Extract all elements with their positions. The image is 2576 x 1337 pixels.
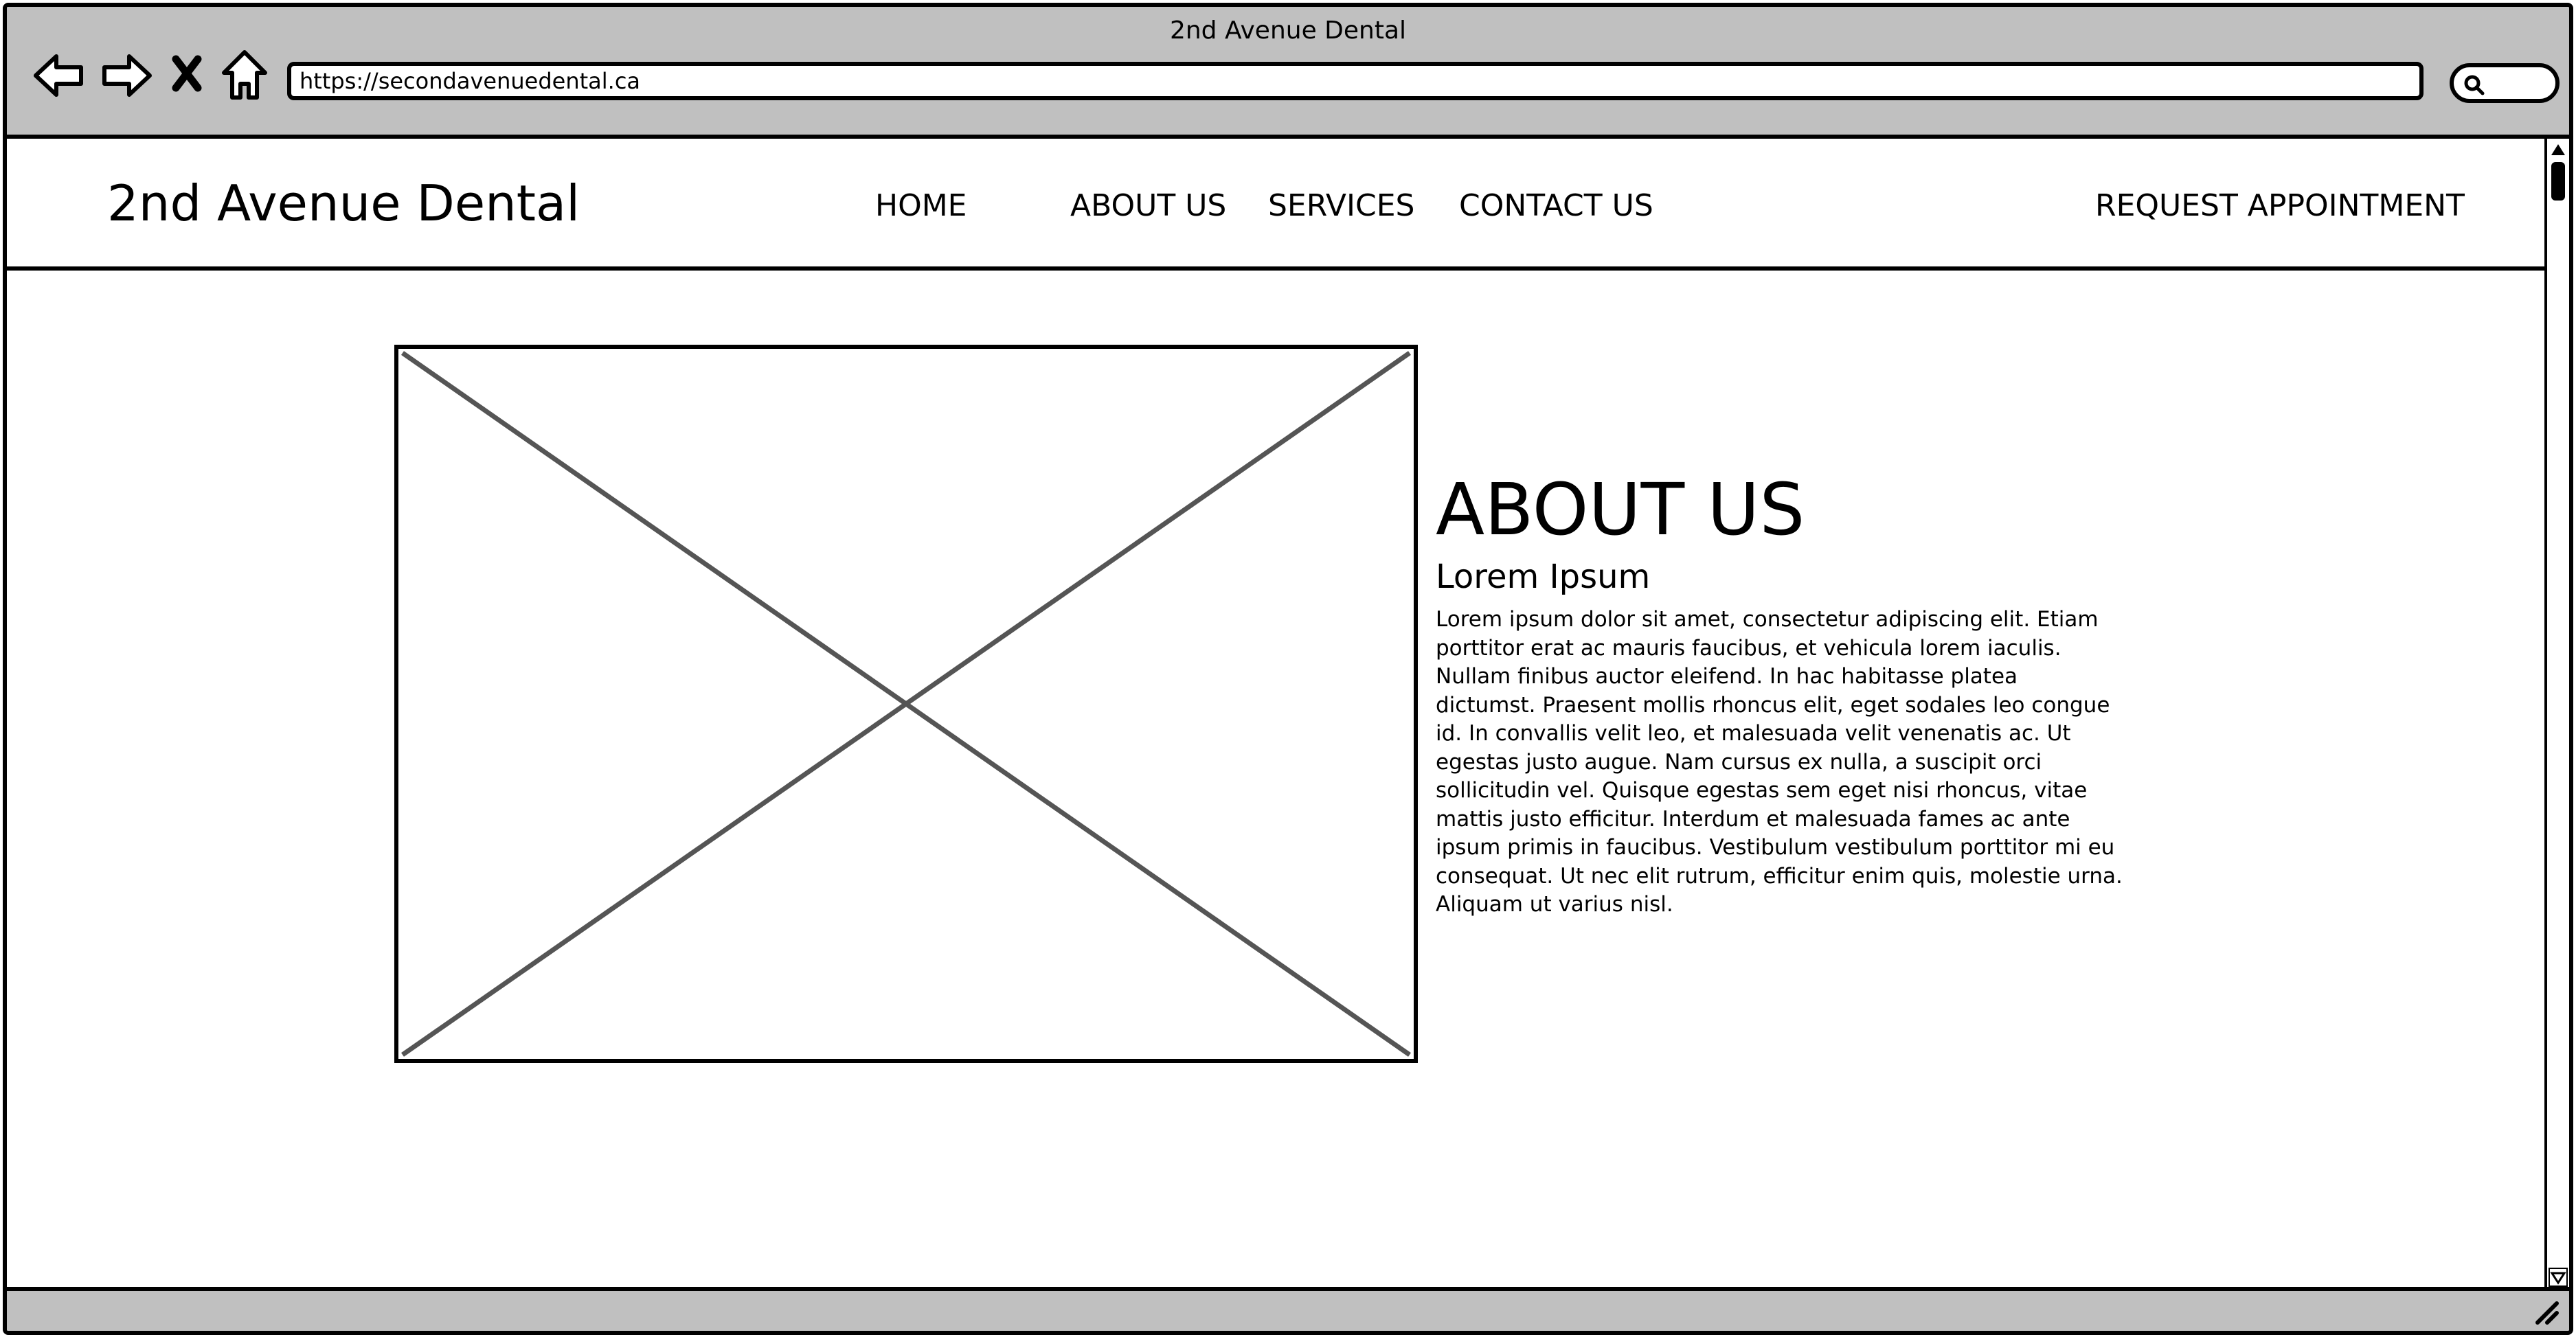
about-subheading: Lorem Ipsum	[1436, 558, 1651, 596]
status-bar	[7, 1287, 2569, 1331]
browser-window: 2nd Avenue Dental https://secondavenuede…	[3, 3, 2573, 1335]
back-arrow-icon[interactable]	[32, 48, 87, 103]
home-icon[interactable]	[217, 48, 272, 103]
about-body-text: Lorem ipsum dolor sit amet, consectetur …	[1436, 607, 2123, 917]
site-header: 2nd Avenue Dental HOME ABOUT US SERVICES…	[7, 143, 2550, 271]
nav-request-appointment[interactable]: REQUEST APPOINTMENT	[2095, 188, 2465, 223]
about-section: ABOUT US Lorem Ipsum Lorem ipsum dolor s…	[1436, 468, 2123, 919]
scroll-thumb[interactable]	[2551, 162, 2565, 201]
scroll-up-arrow-icon[interactable]	[2549, 140, 2568, 159]
site-logo[interactable]: 2nd Avenue Dental	[107, 174, 580, 232]
image-placeholder-icon	[400, 351, 1412, 1057]
image-placeholder	[394, 345, 1418, 1063]
browser-toolbar: 2nd Avenue Dental https://secondavenuede…	[7, 7, 2569, 139]
vertical-scrollbar[interactable]	[2544, 139, 2569, 1292]
window-title: 2nd Avenue Dental	[1169, 16, 1407, 45]
resize-grip-icon[interactable]	[2532, 1298, 2560, 1325]
nav-contact-us[interactable]: CONTACT US	[1459, 188, 1653, 223]
nav-home[interactable]: HOME	[875, 188, 967, 223]
forward-arrow-icon[interactable]	[99, 48, 154, 103]
nav-about-us[interactable]: ABOUT US	[1070, 188, 1226, 223]
about-heading: ABOUT US	[1436, 468, 1805, 551]
browser-search-box[interactable]	[2450, 63, 2560, 103]
close-x-icon[interactable]	[166, 48, 221, 103]
scroll-down-arrow-icon[interactable]	[2549, 1268, 2568, 1287]
nav-services[interactable]: SERVICES	[1268, 188, 1414, 223]
address-bar[interactable]: https://secondavenuedental.ca	[287, 62, 2424, 100]
search-icon	[2464, 75, 2485, 95]
